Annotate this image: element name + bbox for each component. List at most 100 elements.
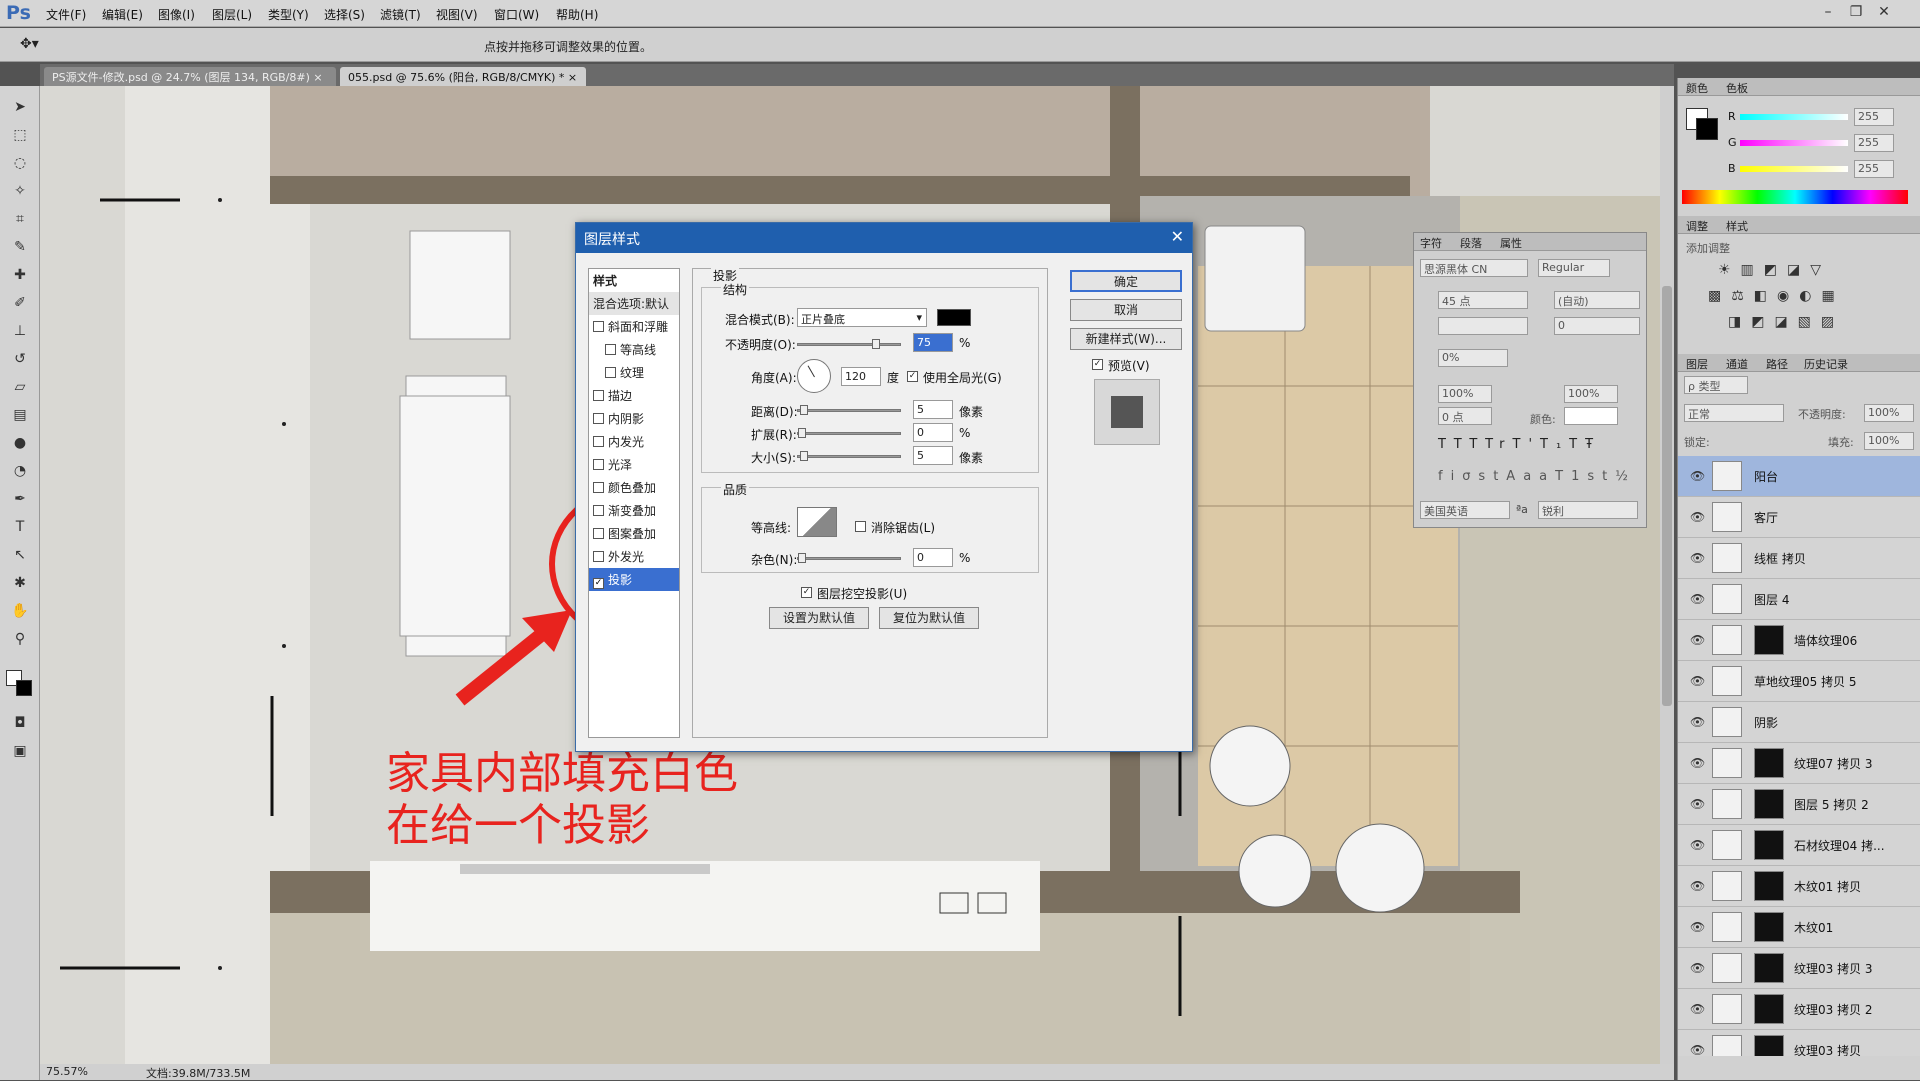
distance-slider[interactable] bbox=[797, 405, 901, 415]
style-item[interactable]: 等高线 bbox=[589, 338, 679, 361]
knockout-checkbox[interactable]: ✓ bbox=[801, 587, 812, 598]
close-window-icon[interactable]: ✕ bbox=[1872, 2, 1896, 22]
menu-image[interactable]: 图像(I) bbox=[158, 6, 195, 23]
blend-mode-select[interactable]: 正常 bbox=[1684, 404, 1784, 422]
style-item[interactable]: 渐变叠加 bbox=[589, 499, 679, 522]
noise-slider[interactable] bbox=[797, 553, 901, 563]
healing-icon[interactable]: ✚ bbox=[8, 264, 32, 286]
angle-input[interactable]: 120 bbox=[841, 367, 881, 386]
eye-icon[interactable]: 👁 bbox=[1690, 469, 1705, 483]
eye-icon[interactable]: 👁 bbox=[1690, 592, 1705, 606]
opentype-buttons[interactable]: fiσstAaaT1st½ bbox=[1438, 469, 1636, 484]
spread-slider-knob[interactable] bbox=[798, 428, 806, 438]
menu-type[interactable]: 类型(Y) bbox=[268, 6, 309, 23]
eye-icon[interactable]: 👁 bbox=[1690, 920, 1705, 934]
adjustment-icons-row2[interactable]: ▩⚖◧◉◐▦ bbox=[1708, 288, 1845, 304]
stamp-icon[interactable]: ⊥ bbox=[8, 320, 32, 342]
layer-opacity-field[interactable]: 100% bbox=[1864, 404, 1914, 422]
menu-layer[interactable]: 图层(L) bbox=[212, 6, 252, 23]
ok-button[interactable]: 确定 bbox=[1070, 270, 1182, 292]
leading-field[interactable]: (自动) bbox=[1554, 291, 1640, 309]
style-checkbox[interactable] bbox=[593, 459, 604, 470]
tab-character[interactable]: 字符 bbox=[1420, 235, 1442, 251]
menu-file[interactable]: 文件(F) bbox=[46, 6, 86, 23]
menu-edit[interactable]: 编辑(E) bbox=[102, 6, 143, 23]
style-checkbox[interactable] bbox=[593, 413, 604, 424]
style-item[interactable]: 颜色叠加 bbox=[589, 476, 679, 499]
font-size-field[interactable]: 45 点 bbox=[1438, 291, 1528, 309]
style-checkbox[interactable] bbox=[605, 344, 616, 355]
tsume-field[interactable]: 0% bbox=[1438, 349, 1508, 367]
gradient-icon[interactable]: ▤ bbox=[8, 404, 32, 426]
style-checkbox[interactable] bbox=[593, 528, 604, 539]
style-checkbox[interactable] bbox=[593, 436, 604, 447]
tab-properties[interactable]: 属性 bbox=[1500, 235, 1522, 251]
distance-slider-knob[interactable] bbox=[800, 405, 808, 415]
style-item[interactable]: 光泽 bbox=[589, 453, 679, 476]
tab-document-2[interactable]: 055.psd @ 75.6% (阳台, RGB/8/CMYK) * × bbox=[340, 67, 586, 86]
reset-default-button[interactable]: 复位为默认值 bbox=[879, 607, 979, 629]
opacity-slider-knob[interactable] bbox=[872, 339, 880, 349]
brush-icon[interactable]: ✐ bbox=[8, 292, 32, 314]
style-checkbox[interactable] bbox=[593, 390, 604, 401]
tab-layers[interactable]: 图层 bbox=[1686, 356, 1708, 372]
tab-styles[interactable]: 样式 bbox=[1726, 218, 1748, 234]
size-slider-knob[interactable] bbox=[800, 451, 808, 461]
layer-row[interactable]: 👁 客厅 bbox=[1678, 497, 1920, 538]
layer-row[interactable]: 👁 阴影 bbox=[1678, 702, 1920, 743]
eye-icon[interactable]: 👁 bbox=[1690, 756, 1705, 770]
r-value[interactable]: 255 bbox=[1854, 108, 1894, 126]
size-slider[interactable] bbox=[797, 451, 901, 461]
g-value[interactable]: 255 bbox=[1854, 134, 1894, 152]
horizontal-scale-field[interactable]: 100% bbox=[1564, 385, 1618, 403]
color-spectrum[interactable] bbox=[1682, 190, 1908, 204]
style-item[interactable]: 外发光 bbox=[589, 545, 679, 568]
dialog-close-icon[interactable]: ✕ bbox=[1171, 227, 1184, 246]
eraser-icon[interactable]: ▱ bbox=[8, 376, 32, 398]
eye-icon[interactable]: 👁 bbox=[1690, 797, 1705, 811]
zoom-level[interactable]: 75.57% bbox=[46, 1065, 88, 1078]
move-tool-icon[interactable]: ✥▾ bbox=[20, 36, 39, 52]
eye-icon[interactable]: 👁 bbox=[1690, 1002, 1705, 1016]
layer-row[interactable]: 👁 纹理03 拷贝 2 bbox=[1678, 989, 1920, 1030]
style-checkbox[interactable] bbox=[593, 505, 604, 516]
zoom-icon[interactable]: ⚲ bbox=[8, 628, 32, 650]
menu-filter[interactable]: 滤镜(T) bbox=[380, 6, 421, 23]
spread-input[interactable]: 0 bbox=[913, 423, 953, 442]
b-slider[interactable] bbox=[1740, 166, 1848, 172]
history-brush-icon[interactable]: ↺ bbox=[8, 348, 32, 370]
layer-row[interactable]: 👁 石材纹理04 拷... bbox=[1678, 825, 1920, 866]
eyedropper-icon[interactable]: ✎ bbox=[8, 236, 32, 258]
tab-document-1[interactable]: PS源文件-修改.psd @ 24.7% (图层 134, RGB/8#) × bbox=[44, 67, 336, 86]
preview-checkbox[interactable]: ✓ bbox=[1092, 359, 1103, 370]
g-slider[interactable] bbox=[1740, 140, 1848, 146]
text-color-swatch[interactable] bbox=[1564, 407, 1618, 425]
eye-icon[interactable]: 👁 bbox=[1690, 715, 1705, 729]
b-value[interactable]: 255 bbox=[1854, 160, 1894, 178]
styles-header[interactable]: 样式 bbox=[589, 269, 679, 292]
eye-icon[interactable]: 👁 bbox=[1690, 510, 1705, 524]
blur-icon[interactable]: ● bbox=[8, 432, 32, 454]
magic-wand-icon[interactable]: ✧ bbox=[8, 180, 32, 202]
tab-swatches[interactable]: 色板 bbox=[1726, 80, 1748, 96]
style-checkbox[interactable] bbox=[593, 321, 604, 332]
pen-icon[interactable]: ✒ bbox=[8, 488, 32, 510]
layer-row[interactable]: 👁 墙体纹理06 bbox=[1678, 620, 1920, 661]
eye-icon[interactable]: 👁 bbox=[1690, 674, 1705, 688]
move-icon[interactable]: ➤ bbox=[8, 96, 32, 118]
adjustment-icons-row3[interactable]: ◨◩◪▧▨ bbox=[1728, 314, 1844, 330]
opacity-input[interactable]: 75 bbox=[913, 333, 953, 352]
layer-row[interactable]: 👁 纹理03 拷贝 3 bbox=[1678, 948, 1920, 989]
eye-icon[interactable]: 👁 bbox=[1690, 838, 1705, 852]
dodge-icon[interactable]: ◔ bbox=[8, 460, 32, 482]
style-item[interactable]: 图案叠加 bbox=[589, 522, 679, 545]
layer-fill-field[interactable]: 100% bbox=[1864, 432, 1914, 450]
hand-icon[interactable]: ✋ bbox=[8, 600, 32, 622]
text-style-buttons[interactable]: TTTTrT'T₁TŦ bbox=[1438, 437, 1601, 452]
antialias-select[interactable]: 锐利 bbox=[1538, 501, 1638, 519]
tab-adjustments[interactable]: 调整 bbox=[1686, 218, 1708, 234]
background-color-swatch[interactable] bbox=[16, 680, 32, 696]
vertical-scale-field[interactable]: 100% bbox=[1438, 385, 1492, 403]
eye-icon[interactable]: 👁 bbox=[1690, 633, 1705, 647]
opacity-slider[interactable] bbox=[797, 339, 901, 349]
